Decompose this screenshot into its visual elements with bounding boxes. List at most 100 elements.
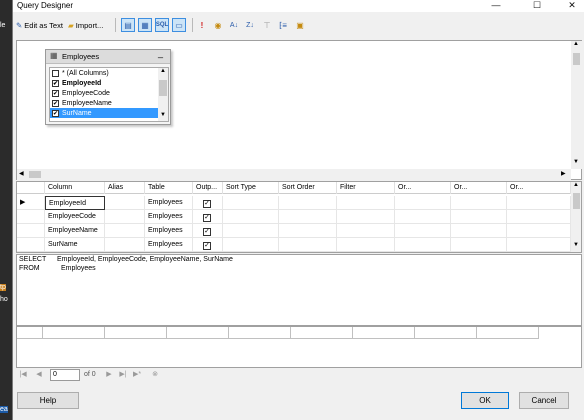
output-checkbox[interactable]: ✓	[203, 228, 211, 236]
grid-header-alias[interactable]: Alias	[105, 182, 145, 194]
table-box-header[interactable]: ▦ Employees _	[46, 48, 170, 64]
grid-cell-or[interactable]	[395, 196, 451, 210]
grid-cell-output[interactable]: ✓	[193, 224, 223, 238]
grid-cell-filter[interactable]	[337, 196, 395, 210]
grid-header-column[interactable]: Column	[45, 182, 105, 194]
employees-table-box[interactable]: ▦ Employees _ * (All Columns) ✔ Employee…	[45, 48, 171, 125]
sql-pane-icon[interactable]: SQL	[155, 18, 169, 32]
grid-cell-table[interactable]: Employees	[145, 196, 193, 210]
sql-pane[interactable]: SELECT EmployeeId, EmployeeCode, Employe…	[16, 254, 582, 326]
grid-header-table[interactable]: Table	[145, 182, 193, 194]
diagram-pane-icon[interactable]: ▤	[121, 18, 135, 32]
grid-cell-table[interactable]: Employees	[145, 210, 193, 224]
column-item-employeecode[interactable]: ✔ EmployeeCode	[50, 88, 158, 98]
import-button[interactable]: ▰ Import...	[68, 18, 103, 32]
grid-row[interactable]: ▶ EmployeeId Employees ✓	[17, 196, 573, 210]
record-number-input[interactable]: 0	[50, 369, 80, 381]
grid-cell-output[interactable]: ✓	[193, 210, 223, 224]
grid-cell-or[interactable]	[395, 210, 451, 224]
grid-cell-filter[interactable]	[337, 238, 395, 252]
table-column-list[interactable]: * (All Columns) ✔ EmployeeId ✔ EmployeeC…	[49, 67, 169, 122]
stop-icon[interactable]: ⊗	[150, 370, 160, 380]
add-table-icon[interactable]: ▣	[293, 18, 307, 32]
grid-cell-sort-order[interactable]	[279, 224, 337, 238]
sort-descending-icon[interactable]: Z↓	[243, 18, 257, 32]
group-by-icon[interactable]: ⁅≡	[276, 18, 290, 32]
results-pane[interactable]	[16, 326, 582, 368]
close-button[interactable]: ✕	[559, 0, 584, 12]
run-query-icon[interactable]: !	[195, 18, 209, 32]
grid-cell-sort-order[interactable]	[279, 196, 337, 210]
grid-cell-sort-type[interactable]	[223, 238, 279, 252]
new-record-icon[interactable]: ▶*	[132, 370, 142, 380]
grid-cell-output[interactable]: ✓	[193, 238, 223, 252]
remove-filter-icon[interactable]: ⊤	[260, 18, 274, 32]
column-item-all[interactable]: * (All Columns)	[50, 68, 158, 78]
column-item-surname[interactable]: ✔ SurName	[50, 108, 158, 118]
criteria-grid[interactable]: Column Alias Table Outp... Sort Type Sor…	[16, 181, 582, 253]
grid-cell-column[interactable]: SurName	[45, 238, 105, 252]
grid-header-or[interactable]: Or...	[451, 182, 507, 194]
result-pane-icon[interactable]: ▭	[172, 18, 186, 32]
table-minimize-icon[interactable]: _	[158, 48, 163, 58]
grid-cell-table[interactable]: Employees	[145, 224, 193, 238]
grid-cell-column[interactable]: EmployeeName	[45, 224, 105, 238]
grid-cell-or[interactable]	[395, 224, 451, 238]
diagram-pane[interactable]: ▦ Employees _ * (All Columns) ✔ Employee…	[16, 40, 582, 180]
sort-ascending-icon[interactable]: A↓	[227, 18, 241, 32]
grid-row[interactable]: SurName Employees ✓	[17, 238, 573, 252]
minimize-button[interactable]: —	[483, 0, 509, 12]
grid-cell-sort-order[interactable]	[279, 238, 337, 252]
edit-as-text-button[interactable]: ✎ Edit as Text	[16, 18, 63, 32]
maximize-button[interactable]: ☐	[524, 0, 550, 12]
grid-vertical-scrollbar[interactable]: ▲ ▼	[571, 182, 581, 252]
grid-cell-or[interactable]	[451, 238, 507, 252]
output-checkbox[interactable]: ✓	[203, 200, 211, 208]
grid-cell-or[interactable]	[507, 210, 571, 224]
column-checkbox[interactable]	[52, 69, 59, 77]
grid-cell-or[interactable]	[507, 224, 571, 238]
cancel-button[interactable]: Cancel	[519, 392, 569, 409]
column-checkbox[interactable]: ✔	[52, 99, 59, 107]
grid-cell-alias[interactable]	[105, 196, 145, 210]
grid-cell-filter[interactable]	[337, 210, 395, 224]
grid-cell-or[interactable]	[451, 224, 507, 238]
grid-cell-sort-type[interactable]	[223, 224, 279, 238]
output-checkbox[interactable]: ✓	[203, 242, 211, 250]
grid-cell-alias[interactable]	[105, 238, 145, 252]
grid-cell-filter[interactable]	[337, 224, 395, 238]
grid-header-sort-type[interactable]: Sort Type	[223, 182, 279, 194]
output-checkbox[interactable]: ✓	[203, 214, 211, 222]
grid-header-filter[interactable]: Filter	[337, 182, 395, 194]
grid-cell-or[interactable]	[451, 210, 507, 224]
grid-header-sort-order[interactable]: Sort Order	[279, 182, 337, 194]
column-item-employeename[interactable]: ✔ EmployeeName	[50, 98, 158, 108]
grid-cell-column[interactable]: EmployeeCode	[45, 210, 105, 224]
grid-cell-or[interactable]	[451, 196, 507, 210]
grid-row[interactable]: EmployeeCode Employees ✓	[17, 210, 573, 224]
verify-sql-icon[interactable]: ◉	[211, 18, 225, 32]
column-checkbox[interactable]: ✔	[52, 79, 59, 87]
previous-record-icon[interactable]: ◀	[34, 370, 44, 380]
grid-cell-alias[interactable]	[105, 224, 145, 238]
diagram-vertical-scrollbar[interactable]: ▲ ▼	[571, 41, 582, 169]
grid-header-or[interactable]: Or...	[395, 182, 451, 194]
grid-cell-output[interactable]: ✓	[193, 196, 223, 210]
grid-row[interactable]: EmployeeName Employees ✓	[17, 224, 573, 238]
grid-header-or[interactable]: Or...	[507, 182, 571, 194]
grid-header-output[interactable]: Outp...	[193, 182, 223, 194]
grid-cell-column[interactable]: EmployeeId	[45, 196, 105, 210]
next-record-icon[interactable]: ▶	[104, 370, 114, 380]
grid-cell-or[interactable]	[507, 196, 571, 210]
grid-cell-sort-order[interactable]	[279, 210, 337, 224]
diagram-horizontal-scrollbar[interactable]: ◀ ▶	[17, 169, 571, 180]
grid-cell-or[interactable]	[395, 238, 451, 252]
grid-cell-table[interactable]: Employees	[145, 238, 193, 252]
grid-cell-sort-type[interactable]	[223, 196, 279, 210]
table-list-scrollbar[interactable]: ▲ ▼	[158, 68, 168, 121]
last-record-icon[interactable]: ▶|	[118, 370, 128, 380]
first-record-icon[interactable]: |◀	[18, 370, 28, 380]
grid-cell-alias[interactable]	[105, 210, 145, 224]
grid-pane-icon[interactable]: ▦	[138, 18, 152, 32]
column-item-employeeid[interactable]: ✔ EmployeeId	[50, 78, 158, 88]
